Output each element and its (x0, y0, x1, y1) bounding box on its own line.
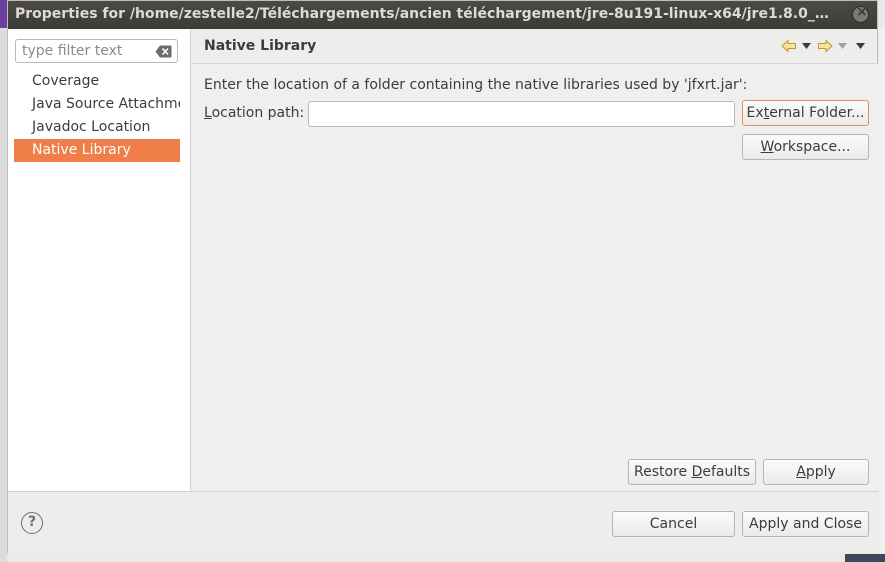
page-title: Native Library (204, 38, 317, 54)
button-mnemonic: W (760, 139, 774, 155)
filter-input[interactable] (22, 41, 152, 61)
close-window-button[interactable] (852, 4, 869, 23)
title-bar[interactable]: Properties for /home/zestelle2/Télécharg… (8, 1, 877, 29)
forward-history-dropdown-icon[interactable] (838, 43, 847, 49)
help-icon[interactable]: ? (21, 512, 43, 534)
location-path-input[interactable] (308, 101, 735, 127)
external-folder-button[interactable]: External Folder... (742, 100, 869, 126)
location-path-label: Location path: (204, 105, 304, 121)
tree-item-label: Java Source Attachme (32, 96, 180, 112)
background-app-corner (845, 554, 885, 562)
button-mnemonic: D (691, 464, 703, 480)
workspace-button[interactable]: Workspace... (742, 134, 869, 160)
tree-item-java-source-attachment[interactable]: Java Source Attachme (14, 93, 180, 116)
property-page-tree: Coverage Java Source Attachme Javadoc Lo… (8, 29, 191, 491)
restore-defaults-button[interactable]: Restore Defaults (628, 459, 756, 485)
tree-item-label: Javadoc Location (32, 119, 151, 135)
tree-item-label: Native Library (32, 142, 131, 158)
filter-field[interactable] (15, 39, 178, 63)
properties-dialog: Properties for /home/zestelle2/Télécharg… (7, 0, 879, 553)
button-label: efaults (702, 464, 751, 480)
button-label: pply (805, 464, 836, 480)
button-mnemonic: A (796, 464, 806, 480)
clear-filter-icon[interactable] (155, 45, 172, 58)
apply-and-close-button[interactable]: Apply and Close (742, 511, 869, 537)
button-label: Restore (633, 464, 692, 480)
forward-arrow-icon[interactable] (817, 39, 833, 53)
location-label-text: ocation path: (211, 105, 305, 121)
button-label: orkspace... (773, 139, 851, 155)
view-menu-icon[interactable] (856, 43, 865, 49)
button-label: Ex (746, 105, 764, 121)
tree-item-coverage[interactable]: Coverage (14, 70, 180, 93)
window-title: Properties for /home/zestelle2/Télécharg… (15, 6, 833, 22)
tree-item-native-library[interactable]: Native Library (14, 139, 180, 162)
tree-item-label: Coverage (32, 73, 100, 89)
back-history-dropdown-icon[interactable] (802, 43, 811, 49)
location-label-mnemonic: L (204, 105, 212, 121)
page-description: Enter the location of a folder containin… (204, 77, 748, 93)
apply-button[interactable]: Apply (763, 459, 869, 485)
button-label: ernal Folder... (769, 105, 865, 121)
tree-item-javadoc-location[interactable]: Javadoc Location (14, 116, 180, 139)
background-app-accent (0, 0, 7, 28)
page-content (192, 64, 878, 491)
cancel-button[interactable]: Cancel (612, 511, 735, 537)
background-app-edge (0, 0, 7, 562)
background-app-right-edge (879, 28, 885, 562)
back-arrow-icon[interactable] (781, 39, 797, 53)
